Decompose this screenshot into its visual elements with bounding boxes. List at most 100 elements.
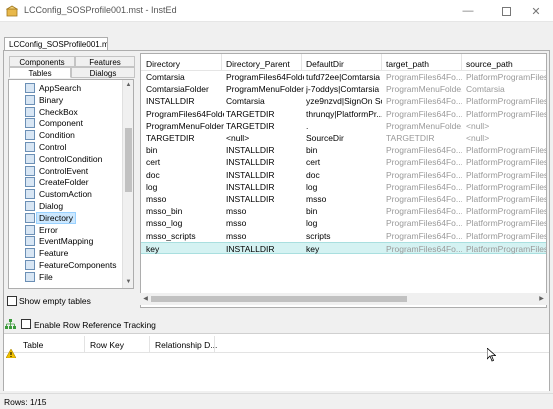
column-header[interactable]: target_path — [386, 59, 429, 69]
table-cell[interactable]: j-7oddys|Comtarsia — [306, 84, 382, 94]
table-cell[interactable]: ProgramFiles64Fo... — [386, 109, 462, 119]
table-cell[interactable]: doc — [306, 170, 382, 180]
table-cell[interactable]: TARGETDIR — [226, 121, 304, 131]
references-panel[interactable]: Table Row Key Relationship D... — [4, 333, 549, 391]
column-divider[interactable] — [149, 336, 150, 352]
table-cell[interactable]: PlatformProgramFiles — [466, 231, 546, 241]
table-row[interactable]: doc INSTALLDIR doc ProgramFiles64Fo... Platf… — [141, 169, 546, 181]
table-cell[interactable]: PlatformProgramFiles — [466, 145, 546, 155]
table-list-item[interactable]: CustomAction — [9, 188, 121, 200]
table-list-item[interactable]: ControlEvent — [9, 165, 121, 177]
table-row[interactable]: cert INSTALLDIR cert ProgramFiles64Fo... Pla… — [141, 156, 546, 168]
table-cell[interactable]: ProgramFiles64Folder — [146, 109, 224, 119]
table-cell[interactable]: log — [146, 182, 224, 192]
table-row[interactable]: msso_log msso log ProgramFiles64Fo... Platfo… — [141, 217, 546, 229]
table-cell[interactable]: <null> — [466, 133, 546, 143]
table-cell[interactable]: msso_scripts — [146, 231, 224, 241]
tables-list-scrollbar[interactable]: ▲ ▼ — [122, 80, 133, 288]
table-cell[interactable]: ProgramFiles64Fo... — [386, 72, 462, 82]
table-cell[interactable]: msso_bin — [146, 206, 224, 216]
document-tab[interactable]: LCConfig_SOSProfile001.mst* — [4, 37, 108, 51]
table-cell[interactable]: tufd72ee|Comtarsia — [306, 72, 382, 82]
table-row[interactable]: log INSTALLDIR log ProgramFiles64Fo... Platf… — [141, 181, 546, 193]
scrollbar-thumb[interactable] — [125, 128, 132, 192]
table-cell[interactable]: ProgramFiles64Fo... — [386, 206, 462, 216]
table-cell[interactable]: bin — [146, 145, 224, 155]
table-cell[interactable]: ComtarsiaFolder — [146, 84, 224, 94]
table-cell[interactable]: INSTALLDIR — [226, 194, 304, 204]
table-cell[interactable]: TARGETDIR — [386, 133, 462, 143]
table-cell[interactable]: cert — [146, 157, 224, 167]
table-grid[interactable]: Directory Directory_Parent DefaultDir ta… — [140, 53, 547, 308]
table-cell[interactable]: ProgramFiles64Fo... — [386, 145, 462, 155]
scroll-left-icon[interactable]: ◀ — [140, 293, 151, 305]
table-row[interactable]: msso_bin msso bin ProgramFiles64Fo... Platfo… — [141, 205, 546, 217]
tab-components[interactable]: Components — [9, 56, 75, 67]
table-cell[interactable]: . — [306, 121, 382, 131]
scrollbar-thumb[interactable] — [151, 296, 407, 302]
column-header[interactable]: Row Key — [90, 340, 124, 350]
table-list-item[interactable]: Feature — [9, 247, 121, 259]
table-cell[interactable]: msso — [226, 218, 304, 228]
table-row[interactable]: bin INSTALLDIR bin ProgramFiles64Fo... Platf… — [141, 144, 546, 156]
table-cell[interactable]: Comtarsia — [226, 96, 304, 106]
table-cell[interactable]: log — [306, 218, 382, 228]
column-divider[interactable] — [214, 336, 215, 352]
column-divider[interactable] — [381, 54, 382, 71]
tables-list[interactable]: AppSearch Binary CheckBox Component Conditio… — [8, 79, 134, 289]
table-list-item[interactable]: CreateFolder — [9, 176, 121, 188]
maximize-button[interactable] — [489, 0, 523, 22]
table-row[interactable]: ComtarsiaFolder ProgramMenuFolder j-7oddys… — [141, 83, 546, 95]
table-cell[interactable]: cert — [306, 157, 382, 167]
table-cell[interactable]: ProgramMenuFolde... — [386, 84, 462, 94]
table-cell[interactable]: bin — [306, 145, 382, 155]
table-cell[interactable]: key — [306, 244, 382, 254]
table-row[interactable]: TARGETDIR <null> SourceDir TARGETDIR <null> — [141, 132, 546, 144]
row-reference-tracking-checkbox[interactable] — [21, 319, 31, 329]
table-cell[interactable]: PlatformProgramFiles — [466, 96, 546, 106]
table-cell[interactable]: INSTALLDIR — [226, 244, 304, 254]
table-cell[interactable]: PlatformProgramFiles — [466, 157, 546, 167]
column-header[interactable]: source_path — [466, 59, 513, 69]
table-list-item[interactable]: ControlCondition — [9, 153, 121, 165]
table-cell[interactable]: msso — [226, 206, 304, 216]
column-header[interactable]: DefaultDir — [306, 59, 344, 69]
show-empty-tables-checkbox[interactable] — [7, 296, 17, 306]
table-cell[interactable]: INSTALLDIR — [226, 145, 304, 155]
column-header[interactable]: Relationship D... — [155, 340, 217, 350]
table-cell[interactable]: ProgramFiles64Fo... — [386, 157, 462, 167]
table-cell[interactable]: thrunqy|PlatformPr... — [306, 109, 382, 119]
table-list-item[interactable]: FeatureComponents — [9, 259, 121, 271]
table-list-item[interactable]: Error — [9, 224, 121, 236]
table-row[interactable]: Comtarsia ProgramFiles64Folder tufd72ee|Co… — [141, 71, 546, 83]
table-list-item[interactable]: Control — [9, 141, 121, 153]
table-cell[interactable]: ProgramMenuFolder — [146, 121, 224, 131]
column-divider[interactable] — [84, 336, 85, 352]
table-cell[interactable]: ProgramFiles64Fo... — [386, 244, 462, 254]
table-cell[interactable]: ProgramFiles64Fo... — [386, 182, 462, 192]
tab-dialogs[interactable]: Dialogs — [71, 67, 135, 78]
table-cell[interactable]: ProgramFiles64Fo... — [386, 194, 462, 204]
table-cell[interactable]: PlatformProgramFiles — [466, 182, 546, 192]
table-cell[interactable]: TARGETDIR — [146, 133, 224, 143]
table-cell[interactable]: bin — [306, 206, 382, 216]
table-cell[interactable]: PlatformProgramFiles — [466, 206, 546, 216]
table-cell[interactable]: log — [306, 182, 382, 192]
table-cell[interactable]: PlatformProgramFiles — [466, 170, 546, 180]
table-row[interactable]: key INSTALLDIR key ProgramFiles64Fo... Platf… — [141, 241, 546, 254]
table-row[interactable]: ProgramFiles64Folder TARGETDIR thrunqy|Pla… — [141, 108, 546, 120]
table-cell[interactable]: ProgramMenuFolde... — [386, 121, 462, 131]
grid-horizontal-scrollbar[interactable]: ◀ ▶ — [140, 293, 547, 305]
table-cell[interactable]: ProgramFiles64Fo... — [386, 170, 462, 180]
table-cell[interactable]: <null> — [226, 133, 304, 143]
table-cell[interactable]: yze9nzvd|SignOn So... — [306, 96, 382, 106]
table-cell[interactable]: PlatformProgramFiles — [466, 194, 546, 204]
column-divider[interactable] — [221, 54, 222, 71]
column-header[interactable]: Directory — [146, 59, 180, 69]
table-cell[interactable]: key — [146, 244, 224, 254]
table-cell[interactable]: ProgramFiles64Fo... — [386, 218, 462, 228]
table-row[interactable]: msso_scripts msso scripts ProgramFiles64Fo.… — [141, 230, 546, 242]
table-list-item[interactable]: Condition — [9, 129, 121, 141]
table-cell[interactable]: INSTALLDIR — [226, 182, 304, 192]
table-list-item[interactable]: Binary — [9, 94, 121, 106]
